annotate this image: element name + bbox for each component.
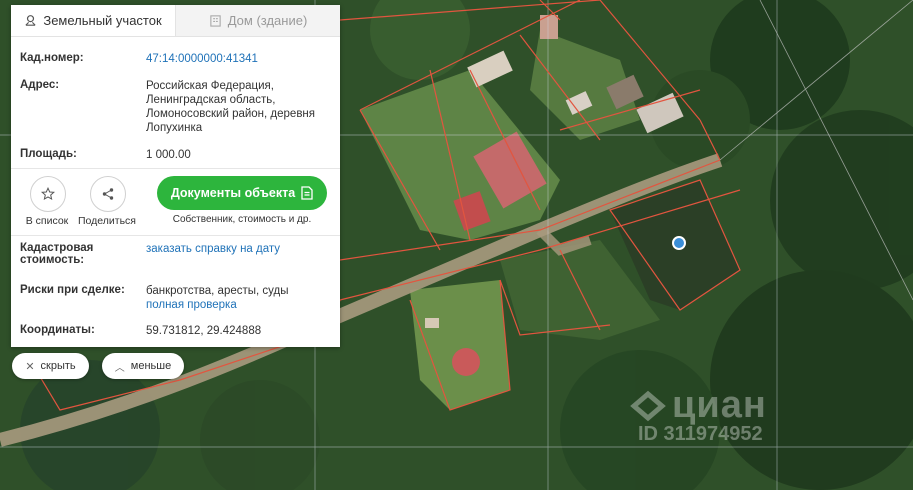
coordinates-value: 59.731812, 29.424888 [146, 325, 262, 337]
risks-row: Риски при сделке: банкротства, аресты, с… [20, 284, 332, 312]
add-to-list-button[interactable] [30, 176, 66, 212]
coordinates-label: Координаты: [20, 324, 95, 336]
parcel-info-panel: Земельный участок Дом (здание) Кад.номер… [11, 5, 340, 347]
risks-text: банкротства, аресты, суды [146, 285, 289, 297]
address-row: Адрес: Российская Федерация, Ленинградск… [20, 79, 332, 135]
tab-land-plot-label: Земельный участок [43, 13, 162, 28]
address-line: Ломоносовский район, деревня [146, 108, 316, 120]
cadastral-cost-label-line: Кадастровая [20, 242, 94, 254]
cadastral-row: Кад.номер: 47:14:0000000:41341 [20, 52, 332, 66]
area-value: 1 000.00 [146, 149, 191, 161]
address-line: Российская Федерация, [146, 80, 274, 92]
watermark-brand: циан [672, 384, 767, 426]
location-pin-icon [25, 15, 36, 26]
address-line: Ленинградская область, [146, 94, 276, 106]
star-icon [41, 187, 55, 201]
documents-button-label: Документы объекта [170, 186, 296, 200]
risks-label: Риски при сделке: [20, 284, 125, 296]
address-value: Российская Федерация, Ленинградская обла… [146, 79, 332, 135]
share-button[interactable] [90, 176, 126, 212]
watermark: циан ID 311974952 [630, 384, 767, 446]
share-label: Поделиться [78, 215, 136, 227]
cian-logo-icon [630, 390, 666, 421]
divider [11, 168, 340, 169]
less-label: меньше [130, 360, 172, 372]
address-line: Лопухинка [146, 122, 203, 134]
cadastral-cost-label: Кадастровая стоимость: [20, 242, 146, 266]
share-icon [102, 188, 114, 200]
hide-label: скрыть [40, 360, 76, 372]
tab-house-label: Дом (здание) [227, 13, 308, 28]
hide-button[interactable]: ✕ скрыть [12, 353, 89, 379]
panel-tabs: Земельный участок Дом (здание) [11, 5, 340, 37]
building-icon [210, 15, 221, 27]
cadastral-cost-label-line: стоимость: [20, 254, 85, 266]
tab-house[interactable]: Дом (здание) [175, 5, 340, 36]
chevron-up-icon: ︿ [114, 362, 125, 374]
cadastral-number-link[interactable]: 47:14:0000000:41341 [146, 52, 332, 66]
document-icon [301, 186, 313, 200]
area-label: Площадь: [20, 148, 77, 160]
watermark-id: ID 311974952 [638, 423, 763, 445]
less-button[interactable]: ︿ меньше [102, 353, 184, 379]
tab-land-plot[interactable]: Земельный участок [11, 5, 175, 36]
documents-button[interactable]: Документы объекта [157, 176, 327, 210]
order-certificate-link[interactable]: заказать справку на дату [146, 242, 332, 266]
location-marker[interactable] [672, 236, 686, 250]
cadastral-cost-row: Кадастровая стоимость: заказать справку … [20, 242, 332, 266]
cadastral-label: Кад.номер: [20, 52, 84, 64]
address-label: Адрес: [20, 79, 60, 91]
divider [11, 235, 340, 236]
add-to-list-label: В список [25, 215, 69, 227]
full-check-link[interactable]: полная проверка [146, 298, 332, 312]
area-row: Площадь: 1 000.00 [20, 148, 332, 162]
close-icon: ✕ [25, 360, 35, 373]
documents-subtitle: Собственник, стоимость и др. [172, 214, 312, 225]
risks-value: банкротства, аресты, суды полная проверк… [146, 284, 332, 312]
coordinates-row: Координаты: 59.731812, 29.424888 [20, 324, 332, 338]
